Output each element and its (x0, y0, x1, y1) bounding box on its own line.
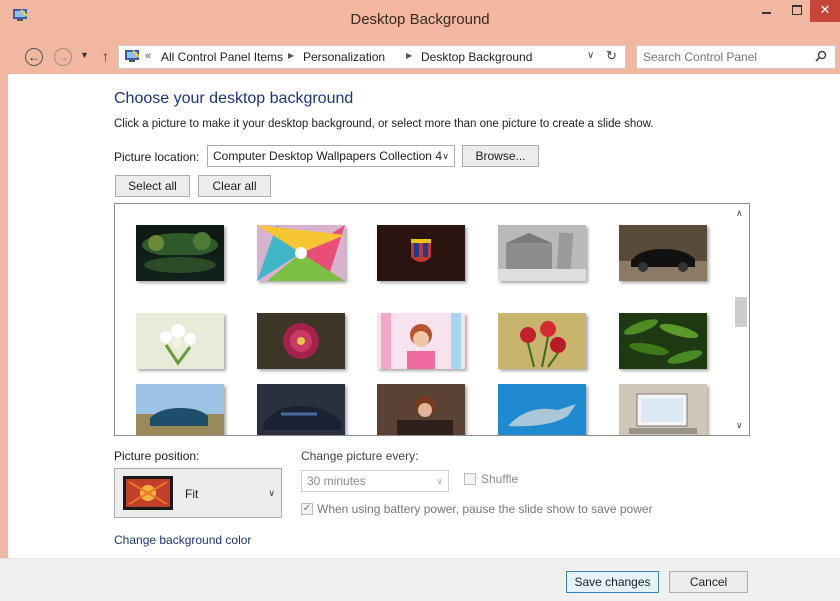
picture-gallery: ∧ ∨ (114, 203, 750, 436)
breadcrumb-desktop-background[interactable]: Desktop Background (421, 50, 532, 64)
wallpaper-thumbnail[interactable] (136, 313, 224, 369)
back-arrow-icon: ← (28, 50, 40, 64)
wallpaper-thumbnail[interactable] (619, 225, 707, 281)
wallpaper-thumbnail[interactable] (619, 384, 707, 435)
wallpaper-thumbnail[interactable] (377, 225, 465, 281)
picture-location-select[interactable]: Computer Desktop Wallpapers Collection 4… (207, 145, 455, 167)
wallpaper-thumbnail[interactable] (136, 384, 224, 435)
close-button[interactable]: ✕ (810, 0, 840, 22)
window-title: Desktop Background (350, 11, 490, 28)
chevron-down-icon: ∨ (268, 488, 275, 498)
scroll-up-icon[interactable]: ∧ (736, 208, 743, 219)
wallpaper-thumbnail[interactable] (498, 225, 586, 281)
window-frame (0, 74, 8, 600)
wallpaper-thumbnail[interactable] (257, 313, 345, 369)
picture-location-value: Computer Desktop Wallpapers Collection 4 (213, 149, 442, 163)
wallpaper-thumbnail[interactable] (619, 313, 707, 369)
forward-arrow-icon: → (57, 50, 69, 64)
interval-select[interactable]: 30 minutes ∨ (301, 470, 449, 492)
address-bar: ← → ▼ ↑ « All Control Panel Items ▶ Pers… (0, 40, 840, 74)
chevron-down-icon: ∨ (436, 476, 443, 486)
search-input[interactable] (643, 48, 803, 66)
up-arrow-icon[interactable]: ↑ (102, 48, 109, 64)
address-field[interactable]: « All Control Panel Items ▶ Personalizat… (118, 45, 626, 69)
battery-pause-label: When using battery power, pause the slid… (317, 502, 653, 516)
close-icon: ✕ (819, 2, 831, 17)
search-box[interactable] (636, 45, 836, 69)
breadcrumb-all-items[interactable]: All Control Panel Items (161, 50, 283, 64)
fit-preview-icon (123, 476, 173, 513)
cancel-button[interactable]: Cancel (669, 571, 748, 593)
battery-pause-checkbox[interactable]: ✓ (301, 503, 313, 515)
wallpaper-thumbnail[interactable] (257, 225, 345, 281)
chevron-down-icon: ∨ (442, 151, 449, 161)
scrollbar-thumb[interactable] (735, 297, 747, 327)
change-background-color-link[interactable]: Change background color (114, 533, 251, 547)
save-changes-button[interactable]: Save changes (566, 571, 659, 593)
gallery-scrollbar[interactable]: ∧ ∨ (732, 204, 749, 435)
breadcrumb-personalization[interactable]: Personalization (303, 50, 385, 64)
change-picture-label: Change picture every: (301, 449, 419, 463)
page-title: Choose your desktop background (114, 90, 354, 107)
instruction-text: Click a picture to make it your desktop … (114, 118, 654, 130)
forward-button[interactable]: → (54, 48, 72, 66)
wallpaper-thumbnail[interactable] (498, 384, 586, 435)
picture-position-label: Picture position: (114, 449, 200, 463)
back-button[interactable]: ← (25, 48, 43, 66)
shuffle-checkbox[interactable] (464, 473, 476, 485)
search-icon[interactable] (815, 50, 827, 65)
scroll-down-icon[interactable]: ∨ (736, 420, 743, 431)
shuffle-label: Shuffle (481, 472, 519, 486)
wallpaper-thumbnail[interactable] (257, 384, 345, 435)
wallpaper-thumbnail[interactable] (136, 225, 224, 281)
footer-bar: Save changes Cancel (0, 558, 840, 601)
clear-all-button[interactable]: Clear all (198, 175, 271, 197)
wallpaper-thumbnail[interactable] (498, 313, 586, 369)
interval-value: 30 minutes (307, 474, 366, 488)
checkmark-icon: ✓ (302, 503, 312, 514)
refresh-icon[interactable]: ↻ (606, 48, 617, 64)
picture-location-label: Picture location: (114, 150, 200, 164)
breadcrumb-separator-icon[interactable]: ▶ (406, 51, 412, 60)
select-all-button[interactable]: Select all (115, 175, 190, 197)
maximize-button[interactable] (784, 0, 810, 22)
recent-pages-dropdown-icon[interactable]: ▼ (80, 50, 89, 60)
wallpaper-thumbnail[interactable] (377, 384, 465, 435)
title-bar: Desktop Background ✕ (0, 0, 840, 40)
picture-position-select[interactable]: Fit ∨ (114, 468, 282, 518)
address-dropdown-icon[interactable]: ∨ (587, 50, 594, 61)
breadcrumb-separator-icon[interactable]: ▶ (288, 51, 294, 60)
wallpaper-thumbnail[interactable] (377, 313, 465, 369)
overflow-chevrons-icon[interactable]: « (145, 50, 151, 62)
minimize-button[interactable] (750, 0, 784, 22)
browse-button[interactable]: Browse... (462, 145, 539, 167)
picture-position-value: Fit (185, 487, 199, 501)
control-panel-icon (124, 49, 140, 66)
